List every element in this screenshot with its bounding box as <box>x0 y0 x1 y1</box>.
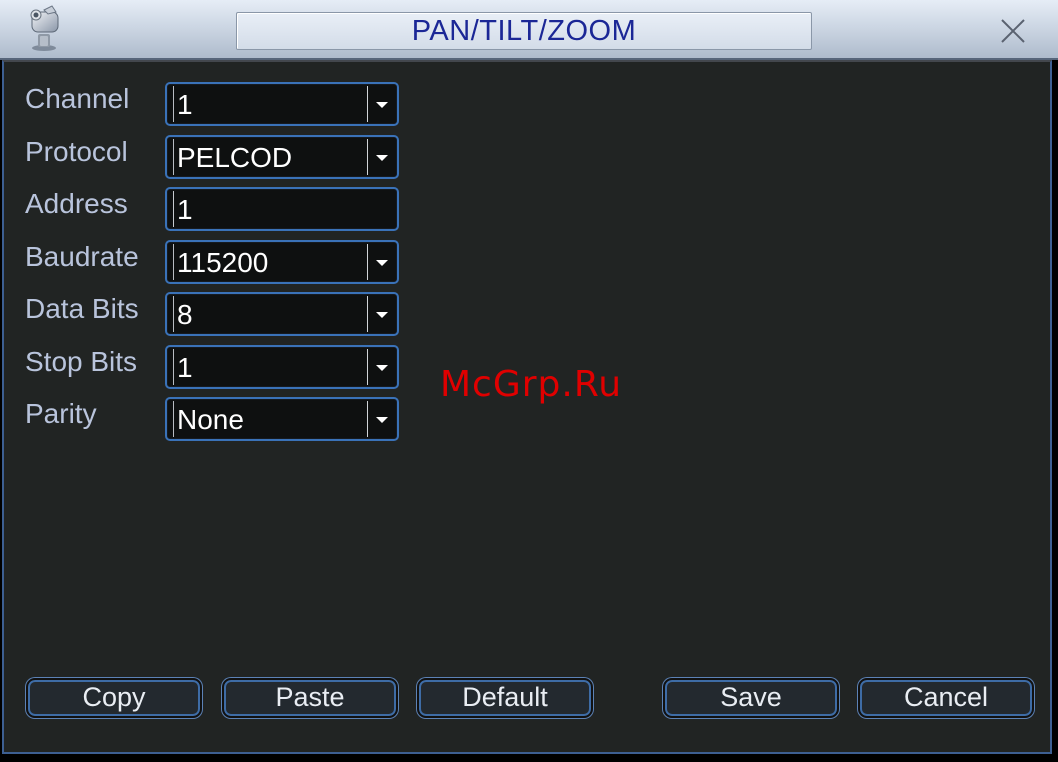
chevron-down-icon <box>376 417 388 423</box>
window-title: PAN/TILT/ZOOM <box>411 14 637 47</box>
stop-bits-label: Stop Bits <box>25 346 138 377</box>
baudrate-row: Baudrate 115200 <box>4 240 424 284</box>
parity-dropdown-button[interactable] <box>367 401 395 437</box>
chevron-down-icon <box>376 155 388 161</box>
parity-row: Parity None <box>4 397 424 441</box>
chevron-down-icon <box>376 312 388 318</box>
data-bits-label: Data Bits <box>25 293 139 324</box>
data-bits-dropdown-button[interactable] <box>367 296 395 332</box>
address-input[interactable]: 1 <box>165 187 399 231</box>
title-box: PAN/TILT/ZOOM <box>236 12 812 50</box>
address-value: 1 <box>173 191 391 227</box>
title-bar: PAN/TILT/ZOOM <box>0 0 1058 60</box>
stop-bits-dropdown-button[interactable] <box>367 349 395 385</box>
channel-label: Channel <box>25 83 130 114</box>
paste-button[interactable]: Paste <box>222 678 398 718</box>
data-bits-value: 8 <box>173 296 363 332</box>
close-button[interactable] <box>994 12 1030 48</box>
channel-select[interactable]: 1 <box>165 82 399 126</box>
save-button[interactable]: Save <box>663 678 839 718</box>
chevron-down-icon <box>376 102 388 108</box>
baudrate-label: Baudrate <box>25 241 139 272</box>
stop-bits-select[interactable]: 1 <box>165 345 399 389</box>
default-button[interactable]: Default <box>417 678 593 718</box>
baudrate-select[interactable]: 115200 <box>165 240 399 284</box>
address-row: Address 1 <box>4 187 424 231</box>
cancel-button[interactable]: Cancel <box>858 678 1034 718</box>
copy-button[interactable]: Copy <box>26 678 202 718</box>
protocol-dropdown-button[interactable] <box>367 139 395 175</box>
watermark: McGrp.Ru <box>440 364 623 405</box>
channel-value: 1 <box>173 86 363 122</box>
close-icon <box>1001 19 1025 43</box>
protocol-label: Protocol <box>25 136 128 167</box>
channel-dropdown-button[interactable] <box>367 86 395 122</box>
stop-bits-value: 1 <box>173 349 363 385</box>
ptz-settings-window: PAN/TILT/ZOOM Channel 1 Protocol PELCOD <box>0 0 1058 762</box>
ptz-camera-icon <box>22 4 66 52</box>
data-bits-select[interactable]: 8 <box>165 292 399 336</box>
data-bits-row: Data Bits 8 <box>4 292 424 336</box>
protocol-row: Protocol PELCOD <box>4 135 424 179</box>
stop-bits-row: Stop Bits 1 <box>4 345 424 389</box>
settings-panel: Channel 1 Protocol PELCOD Address 1 Baud… <box>2 60 1052 754</box>
chevron-down-icon <box>376 260 388 266</box>
baudrate-dropdown-button[interactable] <box>367 244 395 280</box>
chevron-down-icon <box>376 365 388 371</box>
protocol-select[interactable]: PELCOD <box>165 135 399 179</box>
protocol-value: PELCOD <box>173 139 363 175</box>
baudrate-value: 115200 <box>173 244 363 280</box>
parity-value: None <box>173 401 363 437</box>
parity-label: Parity <box>25 398 97 429</box>
parity-select[interactable]: None <box>165 397 399 441</box>
channel-row: Channel 1 <box>4 82 424 126</box>
address-label: Address <box>25 188 128 219</box>
